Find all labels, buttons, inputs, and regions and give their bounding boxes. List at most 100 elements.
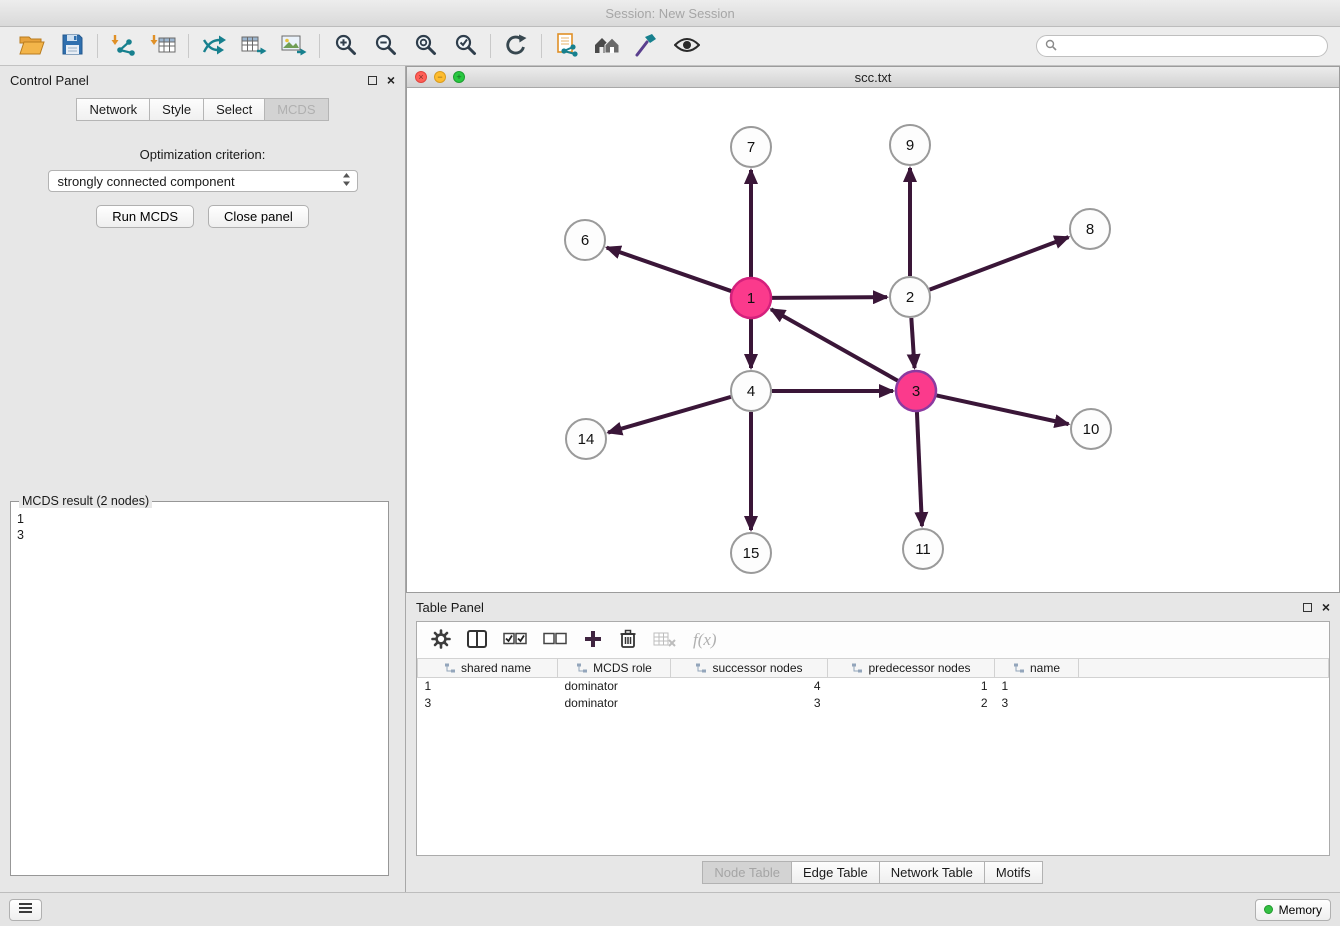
hamburger-icon bbox=[18, 902, 33, 917]
show-graphics-details-button[interactable] bbox=[667, 30, 707, 62]
delete-column-button[interactable] bbox=[619, 629, 637, 652]
graph-node-3[interactable]: 3 bbox=[896, 371, 936, 411]
table-cell[interactable]: dominator bbox=[558, 695, 671, 712]
table-cell[interactable]: dominator bbox=[558, 678, 671, 695]
add-column-button[interactable] bbox=[583, 629, 603, 652]
close-window-icon[interactable]: × bbox=[415, 71, 427, 83]
first-neighbors-button[interactable] bbox=[587, 30, 627, 62]
float-table-panel-icon[interactable] bbox=[1303, 603, 1312, 612]
mcds-result-group: MCDS result (2 nodes) 1 3 bbox=[10, 494, 389, 876]
close-panel-button[interactable]: Close panel bbox=[208, 205, 309, 228]
table-cell[interactable]: 4 bbox=[671, 678, 828, 695]
toolbar-separator bbox=[541, 34, 542, 58]
export-network-button[interactable] bbox=[194, 30, 234, 62]
memory-button[interactable]: Memory bbox=[1255, 899, 1331, 921]
graph-edge-2-8[interactable] bbox=[930, 237, 1069, 289]
column-tree-icon bbox=[695, 663, 707, 673]
tab-mcds[interactable]: MCDS bbox=[264, 98, 328, 121]
graph-node-7[interactable]: 7 bbox=[731, 127, 771, 167]
tab-style[interactable]: Style bbox=[149, 98, 204, 121]
open-file-button[interactable] bbox=[12, 30, 52, 62]
tab-select[interactable]: Select bbox=[203, 98, 265, 121]
network-from-selection-button[interactable] bbox=[547, 30, 587, 62]
graph-edge-1-6[interactable] bbox=[607, 248, 731, 291]
table-cell[interactable]: 1 bbox=[418, 678, 558, 695]
table-cell[interactable]: 1 bbox=[828, 678, 995, 695]
unselect-all-button[interactable] bbox=[543, 632, 567, 649]
network-canvas[interactable]: 7 9 6 8 1 2 4 3 10 14 15 11 bbox=[407, 88, 1339, 592]
toolbar-search-field[interactable] bbox=[1036, 35, 1328, 57]
open-folder-icon bbox=[19, 34, 45, 58]
graph-node-9[interactable]: 9 bbox=[890, 125, 930, 165]
graph-node-6[interactable]: 6 bbox=[565, 220, 605, 260]
minimize-window-icon[interactable]: − bbox=[434, 71, 446, 83]
save-session-button[interactable] bbox=[52, 30, 92, 62]
tab-motifs[interactable]: Motifs bbox=[984, 861, 1043, 884]
graph-node-15[interactable]: 15 bbox=[731, 533, 771, 573]
function-builder-button[interactable]: f(x) bbox=[693, 630, 717, 650]
node-table-body: 1dominator4113dominator323 bbox=[418, 678, 1329, 712]
tab-node-table[interactable]: Node Table bbox=[702, 861, 792, 884]
tab-edge-table[interactable]: Edge Table bbox=[791, 861, 880, 884]
show-columns-button[interactable] bbox=[467, 630, 487, 651]
table-cell[interactable]: 3 bbox=[418, 695, 558, 712]
column-header-name[interactable]: name bbox=[995, 659, 1079, 678]
table-cell[interactable]: 2 bbox=[828, 695, 995, 712]
float-panel-icon[interactable] bbox=[368, 76, 377, 85]
apply-style-button[interactable] bbox=[627, 30, 667, 62]
graph-edge-3-1[interactable] bbox=[771, 309, 898, 380]
run-mcds-button[interactable]: Run MCDS bbox=[96, 205, 194, 228]
column-header-successor-nodes[interactable]: successor nodes bbox=[671, 659, 828, 678]
graph-node-8[interactable]: 8 bbox=[1070, 209, 1110, 249]
network-from-selection-icon bbox=[555, 33, 579, 60]
zoom-out-button[interactable] bbox=[365, 30, 405, 62]
import-network-button[interactable] bbox=[103, 30, 143, 62]
tab-network[interactable]: Network bbox=[76, 98, 150, 121]
export-image-button[interactable] bbox=[274, 30, 314, 62]
table-cell[interactable]: 3 bbox=[671, 695, 828, 712]
search-input[interactable] bbox=[1062, 39, 1319, 53]
export-table-button[interactable] bbox=[234, 30, 274, 62]
table-row[interactable]: 3dominator323 bbox=[418, 695, 1329, 712]
table-cell[interactable]: 3 bbox=[995, 695, 1079, 712]
graph-node-14[interactable]: 14 bbox=[566, 419, 606, 459]
gear-icon bbox=[431, 629, 451, 652]
column-tree-icon bbox=[1013, 663, 1025, 673]
graph-node-11[interactable]: 11 bbox=[903, 529, 943, 569]
zoom-in-button[interactable] bbox=[325, 30, 365, 62]
delete-table-button[interactable] bbox=[653, 631, 677, 650]
graph-node-2[interactable]: 2 bbox=[890, 277, 930, 317]
criterion-dropdown[interactable]: strongly connected component bbox=[48, 170, 358, 192]
select-all-button[interactable] bbox=[503, 632, 527, 649]
dropdown-arrows-icon bbox=[342, 172, 351, 190]
paint-wand-icon bbox=[635, 33, 659, 60]
zoom-selected-button[interactable] bbox=[445, 30, 485, 62]
table-cell[interactable]: 1 bbox=[995, 678, 1079, 695]
graph-node-10[interactable]: 10 bbox=[1071, 409, 1111, 449]
close-panel-icon[interactable]: × bbox=[387, 73, 395, 87]
window-title: Session: New Session bbox=[605, 6, 734, 21]
delete-table-icon bbox=[653, 631, 677, 650]
table-settings-button[interactable] bbox=[431, 629, 451, 652]
task-history-button[interactable] bbox=[9, 899, 42, 921]
maximize-window-icon[interactable]: + bbox=[453, 71, 465, 83]
graph-node-4[interactable]: 4 bbox=[731, 371, 771, 411]
close-table-panel-icon[interactable]: × bbox=[1322, 600, 1330, 614]
column-header-mcds-role[interactable]: MCDS role bbox=[558, 659, 671, 678]
graph-edge-2-3[interactable] bbox=[911, 318, 914, 368]
graph-node-label: 11 bbox=[915, 541, 931, 558]
column-header-predecessor-nodes[interactable]: predecessor nodes bbox=[828, 659, 995, 678]
graph-edge-3-11[interactable] bbox=[917, 412, 922, 526]
graph-edge-1-2[interactable] bbox=[772, 297, 887, 298]
refresh-button[interactable] bbox=[496, 30, 536, 62]
column-header-shared-name[interactable]: shared name bbox=[418, 659, 558, 678]
graph-edge-3-10[interactable] bbox=[937, 395, 1069, 424]
zoom-fit-button[interactable] bbox=[405, 30, 445, 62]
graph-node-1[interactable]: 1 bbox=[731, 278, 771, 318]
eye-icon bbox=[674, 36, 700, 57]
network-window-titlebar: scc.txt × − + bbox=[407, 67, 1339, 88]
table-row[interactable]: 1dominator411 bbox=[418, 678, 1329, 695]
graph-edge-4-14[interactable] bbox=[608, 397, 731, 433]
tab-network-table[interactable]: Network Table bbox=[879, 861, 985, 884]
import-table-button[interactable] bbox=[143, 30, 183, 62]
